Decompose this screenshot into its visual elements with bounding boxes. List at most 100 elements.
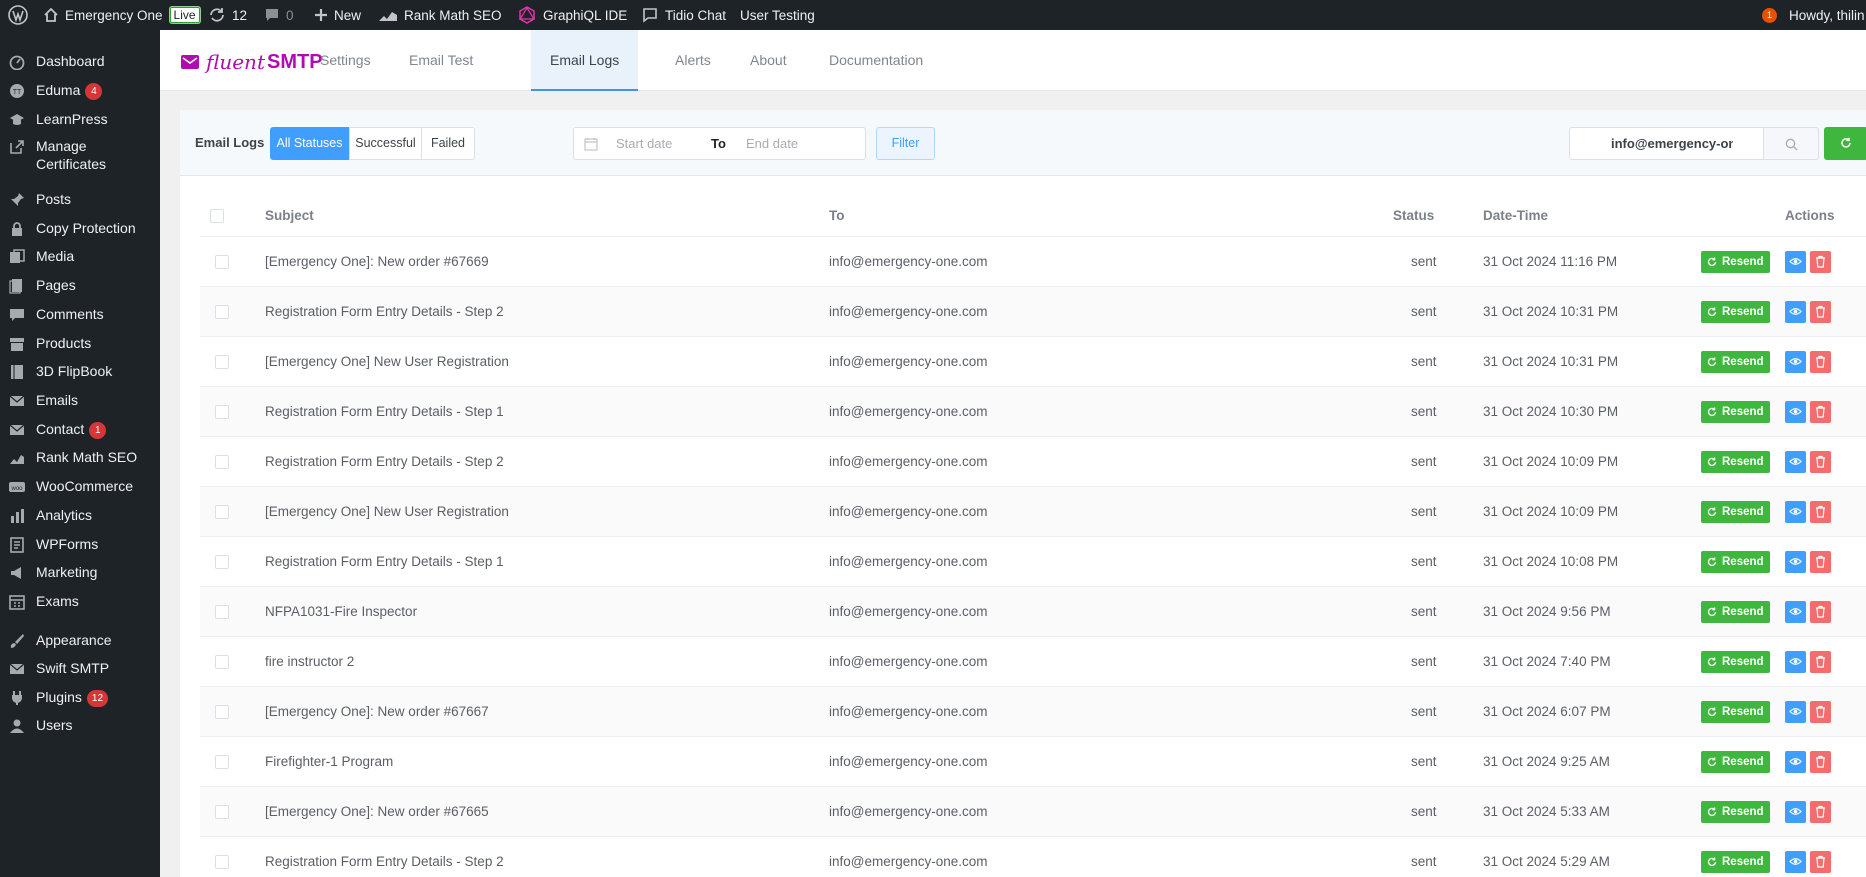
row-checkbox[interactable]	[215, 455, 229, 469]
sidebar-item-contact[interactable]: Contact 1	[0, 420, 160, 440]
row-subject[interactable]: [Emergency One]: New order #67669	[265, 237, 489, 287]
sidebar-item-swift-smtp[interactable]: Swift SMTP	[0, 659, 160, 679]
row-checkbox[interactable]	[215, 405, 229, 419]
row-checkbox[interactable]	[215, 355, 229, 369]
sidebar-item-media[interactable]: Media	[0, 247, 160, 267]
resend-button[interactable]: Resend	[1701, 501, 1770, 523]
comments-link[interactable]: 0	[264, 0, 294, 30]
select-all-checkbox[interactable]	[210, 209, 224, 223]
row-checkbox[interactable]	[215, 755, 229, 769]
row-checkbox[interactable]	[215, 305, 229, 319]
tidio-link[interactable]: Tidio Chat	[641, 0, 726, 30]
resend-button[interactable]: Resend	[1701, 401, 1770, 423]
search-input[interactable]: info@emergency-one.com	[1569, 127, 1765, 160]
sidebar-item-eduma[interactable]: TT Eduma 4	[0, 81, 160, 101]
delete-button[interactable]	[1810, 701, 1831, 723]
resend-button[interactable]: Resend	[1701, 551, 1770, 573]
row-subject[interactable]: [Emergency One] New User Registration	[265, 337, 509, 387]
sidebar-item-copy-protection[interactable]: Copy Protection	[0, 219, 160, 239]
view-button[interactable]	[1785, 751, 1806, 773]
resend-button[interactable]: Resend	[1701, 801, 1770, 823]
view-button[interactable]	[1785, 451, 1806, 473]
row-checkbox[interactable]	[215, 605, 229, 619]
sidebar-item-exams[interactable]: Exams	[0, 592, 160, 612]
tab-documentation[interactable]: Documentation	[810, 30, 942, 91]
rank-math-link[interactable]: Rank Math SEO	[378, 0, 502, 30]
status-failed-button[interactable]: Failed	[421, 127, 475, 160]
site-name-link[interactable]: Emergency One Live	[43, 0, 201, 30]
delete-button[interactable]	[1810, 251, 1831, 273]
delete-button[interactable]	[1810, 301, 1831, 323]
sidebar-item-posts[interactable]: Posts	[0, 190, 160, 210]
notification-badge[interactable]: 1	[1762, 0, 1777, 30]
row-subject[interactable]: Registration Form Entry Details - Step 2	[265, 287, 504, 337]
status-all-button[interactable]: All Statuses	[270, 127, 349, 160]
search-button[interactable]	[1763, 127, 1819, 160]
status-successful-button[interactable]: Successful	[349, 127, 422, 160]
row-checkbox[interactable]	[215, 705, 229, 719]
row-checkbox[interactable]	[215, 255, 229, 269]
new-content-link[interactable]: New	[314, 0, 361, 30]
sidebar-item-wpforms[interactable]: WPForms	[0, 535, 160, 555]
sidebar-item-pages[interactable]: Pages	[0, 276, 160, 296]
resend-button[interactable]: Resend	[1701, 851, 1770, 873]
delete-button[interactable]	[1810, 851, 1831, 873]
updates-link[interactable]: 12	[208, 0, 247, 30]
view-button[interactable]	[1785, 551, 1806, 573]
sidebar-item-appearance[interactable]: Appearance	[0, 631, 160, 651]
row-subject[interactable]: NFPA1031-Fire Inspector	[265, 587, 417, 637]
row-checkbox[interactable]	[215, 505, 229, 519]
view-button[interactable]	[1785, 301, 1806, 323]
sidebar-item-woocommerce[interactable]: woo WooCommerce	[0, 477, 160, 497]
sidebar-item-3d-flipbook[interactable]: 3D FlipBook	[0, 362, 160, 382]
resend-button[interactable]: Resend	[1701, 351, 1770, 373]
row-subject[interactable]: fire instructor 2	[265, 637, 354, 687]
view-button[interactable]	[1785, 401, 1806, 423]
delete-button[interactable]	[1810, 401, 1831, 423]
row-subject[interactable]: Registration Form Entry Details - Step 1	[265, 537, 504, 587]
tab-about[interactable]: About	[731, 30, 806, 91]
sidebar-item-users[interactable]: Users	[0, 716, 160, 736]
delete-button[interactable]	[1810, 651, 1831, 673]
start-date-input[interactable]: Start date	[616, 136, 672, 151]
sidebar-item-comments[interactable]: Comments	[0, 305, 160, 325]
refresh-button[interactable]	[1824, 127, 1866, 160]
row-subject[interactable]: [Emergency One]: New order #67667	[265, 687, 489, 737]
tab-email-test[interactable]: Email Test	[390, 30, 492, 91]
view-button[interactable]	[1785, 801, 1806, 823]
delete-button[interactable]	[1810, 551, 1831, 573]
tab-alerts[interactable]: Alerts	[656, 30, 730, 91]
row-subject[interactable]: Registration Form Entry Details - Step 2	[265, 837, 504, 877]
view-button[interactable]	[1785, 651, 1806, 673]
resend-button[interactable]: Resend	[1701, 751, 1770, 773]
date-range-picker[interactable]: Start date To End date	[573, 127, 866, 160]
sidebar-item-products[interactable]: Products	[0, 334, 160, 354]
resend-button[interactable]: Resend	[1701, 701, 1770, 723]
end-date-input[interactable]: End date	[746, 136, 798, 151]
delete-button[interactable]	[1810, 801, 1831, 823]
resend-button[interactable]: Resend	[1701, 301, 1770, 323]
row-checkbox[interactable]	[215, 855, 229, 869]
row-subject[interactable]: [Emergency One]: New order #67665	[265, 787, 489, 837]
view-button[interactable]	[1785, 851, 1806, 873]
view-button[interactable]	[1785, 351, 1806, 373]
wordpress-logo-icon[interactable]	[8, 0, 28, 30]
delete-button[interactable]	[1810, 501, 1831, 523]
delete-button[interactable]	[1810, 451, 1831, 473]
tab-settings[interactable]: Settings	[301, 30, 390, 91]
tab-email-logs[interactable]: Email Logs	[531, 30, 639, 91]
resend-button[interactable]: Resend	[1701, 601, 1770, 623]
sidebar-item-manage-certificates[interactable]: Manage Certificates	[0, 137, 160, 175]
user-testing-link[interactable]: User Testing	[740, 0, 815, 30]
resend-button[interactable]: Resend	[1701, 251, 1770, 273]
view-button[interactable]	[1785, 251, 1806, 273]
sidebar-item-analytics[interactable]: Analytics	[0, 506, 160, 526]
delete-button[interactable]	[1810, 351, 1831, 373]
sidebar-item-plugins[interactable]: Plugins 12	[0, 688, 160, 708]
row-subject[interactable]: Registration Form Entry Details - Step 1	[265, 387, 504, 437]
sidebar-item-rank-math-seo[interactable]: Rank Math SEO	[0, 448, 160, 468]
view-button[interactable]	[1785, 601, 1806, 623]
howdy-user[interactable]: Howdy, thilin	[1789, 0, 1865, 30]
row-subject[interactable]: Registration Form Entry Details - Step 2	[265, 437, 504, 487]
graphiql-link[interactable]: GraphiQL IDE	[517, 0, 627, 30]
